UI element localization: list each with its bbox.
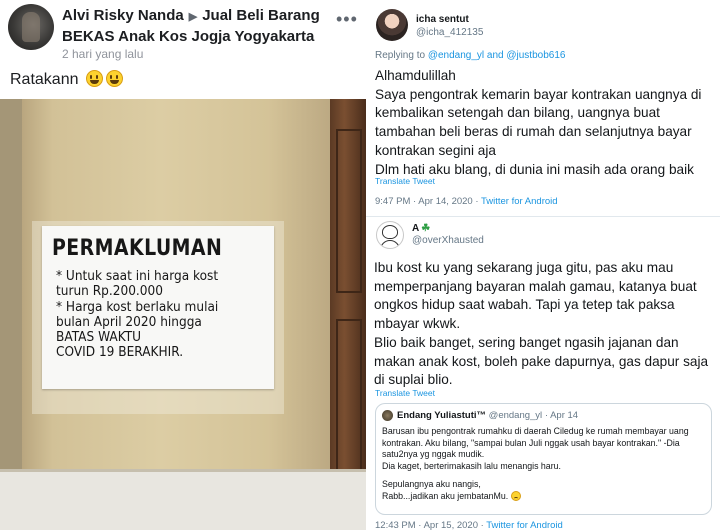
tweet2-avatar[interactable] (376, 221, 404, 249)
quoted-header: Endang Yuliastuti™ @endang_yl · Apr 14 (397, 410, 578, 421)
tweet1-line: Alhamdulillah (375, 68, 456, 83)
post-header: Alvi Risky Nanda ▶ Jual Beli Barang BEKAS … (62, 6, 332, 47)
quoted-line-last: Rabb...jadikan aku jembatanMu. (382, 490, 707, 503)
quoted-tweet[interactable]: Endang Yuliastuti™ @endang_yl · Apr 14 B… (375, 403, 712, 515)
replying-to: Replying to @endang_yl and @justbob616 (375, 50, 565, 61)
clover-icon: ☘ (421, 223, 431, 234)
caption-text: Ratakann (10, 71, 79, 88)
tweet1-line: Saya pengontrak kemarin bayar kontrakan … (375, 86, 702, 102)
grinning-face-emoji (105, 70, 123, 87)
tweet1-meta: 9:47 PM · Apr 14, 2020 · Twitter for And… (375, 196, 558, 207)
photo-door (330, 99, 366, 530)
author-avatar[interactable] (8, 4, 54, 50)
tweet2-line: Blio baik banget, sering banget ngasih j… (374, 334, 679, 350)
crying-face-emoji (510, 490, 521, 501)
quoted-line: kontrakan. Aku bilang, "sampai bulan Jul… (382, 437, 680, 448)
tweet2-line: Ibu kost ku yang sekarang juga gitu, pas… (374, 260, 674, 275)
tweet2-text: Ibu kost ku yang sekarang juga gitu, pas… (374, 259, 714, 390)
more-options-icon[interactable]: ••• (336, 9, 358, 30)
quoted-handle: @endang_yl (488, 410, 543, 421)
tweet2-line: mbayar wkwk. (374, 316, 461, 332)
tweet1-line: tambahan beli beras di rumah dan selanju… (375, 124, 692, 140)
quoted-line: Dia kaget, berterimakasih lalu menangis … (382, 461, 561, 472)
notice-line: turun Rp.200.000 (56, 283, 163, 300)
notice-line: bulan April 2020 hingga (56, 313, 202, 330)
quoted-text: Barusan ibu pengontrak rumahku di daerah… (382, 426, 707, 502)
notice-line: COVID 19 BERAKHIR. (56, 344, 184, 361)
post-photo[interactable]: PERMAKLUMAN * Untuk saat ini harga kost … (0, 99, 366, 530)
tweet-divider (366, 216, 720, 217)
tweet2-line: ongkos hidup saat wabah. Tapi ya tetep t… (374, 297, 675, 313)
tweet2-display-name[interactable]: A (412, 223, 419, 234)
replying-to-links[interactable]: @endang_yl and @justbob616 (428, 50, 566, 61)
tweet1-display-name[interactable]: icha sentut (416, 14, 469, 25)
arrow-right-icon: ▶ (188, 11, 198, 23)
post-caption: Ratakann (10, 70, 123, 89)
tweet1-source[interactable]: Twitter for Android (481, 196, 558, 207)
notice-paper: PERMAKLUMAN * Untuk saat ini harga kost … (42, 226, 274, 389)
tweet1-handle[interactable]: @icha_412135 (416, 27, 483, 38)
tweet1-line: kembalikan setengah dan bilang, uangnya … (375, 105, 660, 121)
tweet2-source[interactable]: Twitter for Android (486, 520, 563, 530)
tweet1-time[interactable]: 9:47 PM · Apr 14, 2020 · (375, 196, 481, 207)
quoted-line: Rabb...jadikan aku jembatanMu. (382, 490, 509, 501)
replying-prefix: Replying to (375, 50, 426, 61)
post-timestamp[interactable]: 2 hari yang lalu (62, 47, 143, 61)
tweet1-avatar[interactable] (376, 9, 408, 41)
photo-floor (0, 469, 366, 530)
notice-line: * Harga kost berlaku mulai (56, 298, 219, 315)
notice-line: * Untuk saat ini harga kost (56, 268, 219, 284)
quoted-name: Endang Yuliastuti™ (397, 410, 487, 421)
quoted-date: · Apr 14 (544, 410, 579, 421)
notice-line: BATAS WAKTU (56, 329, 142, 346)
author-name[interactable]: Alvi Risky Nanda (62, 7, 184, 24)
quoted-avatar (382, 410, 393, 421)
translate-tweet-link[interactable]: Translate Tweet (375, 388, 435, 398)
tweet2-meta: 12:43 PM · Apr 15, 2020 · Twitter for An… (375, 520, 563, 530)
tweet1-text: Alhamdulillah Saya pengontrak kemarin ba… (375, 67, 715, 179)
notice-title: PERMAKLUMAN (52, 236, 223, 261)
tweet2-handle[interactable]: @overXhausted (412, 235, 484, 246)
quoted-line: Sepulangnya aku nangis, (382, 478, 481, 489)
notice-body: * Untuk saat ini harga kost turun Rp.200… (56, 268, 271, 361)
tweet2-line: makan anak kost, boleh pake dapurnya, ga… (374, 353, 709, 369)
grinning-face-emoji (85, 70, 103, 87)
quoted-line: Barusan ibu pengontrak rumahku di daerah… (382, 426, 689, 436)
twitter-thread: icha sentut @icha_412135 Replying to @en… (366, 0, 720, 530)
facebook-post: Alvi Risky Nanda ▶ Jual Beli Barang BEKAS … (0, 0, 367, 530)
photo-wall (0, 99, 22, 530)
quoted-line: satu2nya yg nggak mudik. (382, 449, 485, 460)
tweet2-display-name-row[interactable]: A ☘ (412, 223, 430, 234)
tweet2-line: memperpanjang bayaran malah gamau, katan… (374, 278, 697, 294)
translate-tweet-link[interactable]: Translate Tweet (375, 176, 435, 186)
tweet1-line: kontrakan segini aja (375, 142, 496, 158)
tweet2-time[interactable]: 12:43 PM · Apr 15, 2020 · (375, 520, 486, 530)
